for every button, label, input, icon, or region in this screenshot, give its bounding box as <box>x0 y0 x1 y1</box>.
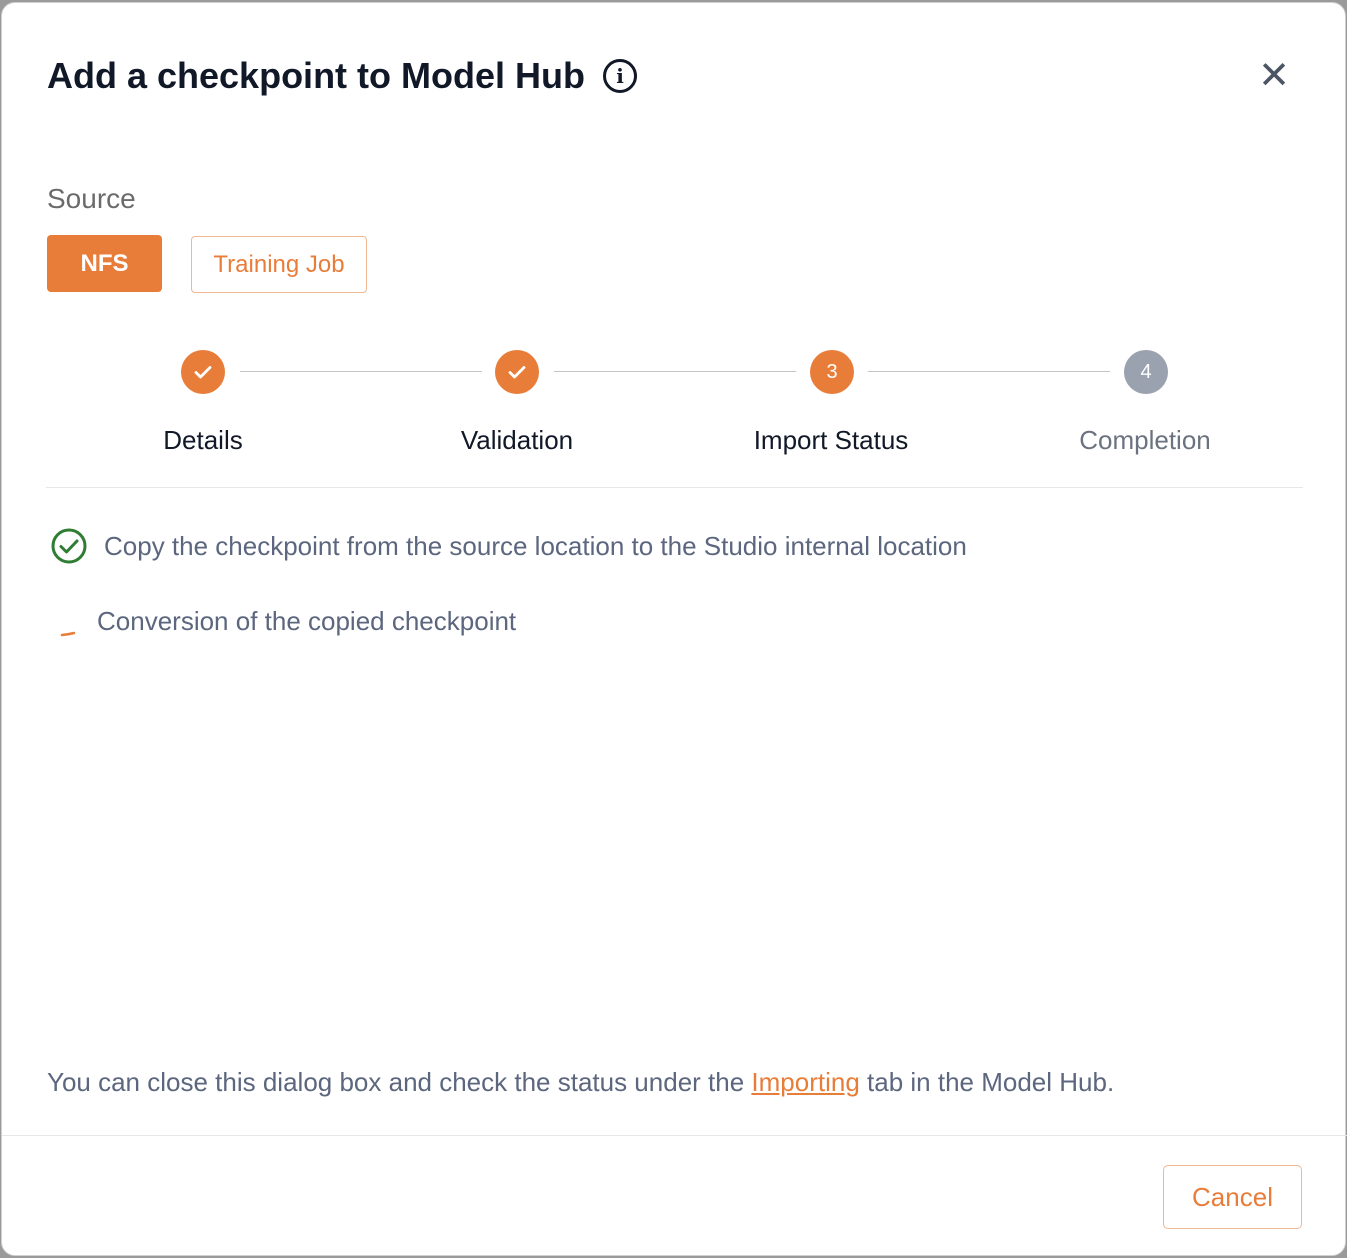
step-label-import-status: Import Status <box>753 425 909 455</box>
add-checkpoint-dialog: Add a checkpoint to Model Hub i ✕ Source… <box>1 2 1347 1256</box>
note-text: You can close this dialog box and check … <box>47 1067 752 1097</box>
task-conversion: Conversion of the copied checkpoint <box>97 606 517 636</box>
step-details-check-icon <box>181 350 225 394</box>
dialog-title-text: Add a checkpoint to Model Hub <box>47 55 585 96</box>
step-label-validation: Validation <box>460 425 574 455</box>
note-text-end: tab in the Model Hub. <box>859 1067 1115 1097</box>
divider <box>46 487 1303 488</box>
step-connector <box>868 371 1110 372</box>
cancel-button[interactable]: Cancel <box>1163 1165 1302 1229</box>
loading-spinner-icon <box>60 631 76 637</box>
check-circle-icon <box>51 528 87 564</box>
step-import-status-number: 3 <box>810 350 854 394</box>
dialog-title: Add a checkpoint to Model Hub i <box>47 55 637 97</box>
step-connector <box>240 371 482 372</box>
step-validation-check-icon <box>495 350 539 394</box>
step-label-completion: Completion <box>1079 425 1211 455</box>
step-completion-number: 4 <box>1124 350 1168 394</box>
step-label-details: Details <box>163 425 243 455</box>
source-nfs-button[interactable]: NFS <box>47 235 162 292</box>
source-label: Source <box>47 183 136 214</box>
info-icon[interactable]: i <box>603 59 637 93</box>
importing-tab-link[interactable]: Importing <box>751 1067 859 1097</box>
footer-divider <box>2 1135 1347 1136</box>
status-note: You can close this dialog box and check … <box>47 1067 1114 1098</box>
close-icon[interactable]: ✕ <box>1257 57 1291 95</box>
task-copy-checkpoint: Copy the checkpoint from the source loca… <box>104 531 967 561</box>
source-training-job-button[interactable]: Training Job <box>191 236 367 293</box>
step-connector <box>554 371 796 372</box>
